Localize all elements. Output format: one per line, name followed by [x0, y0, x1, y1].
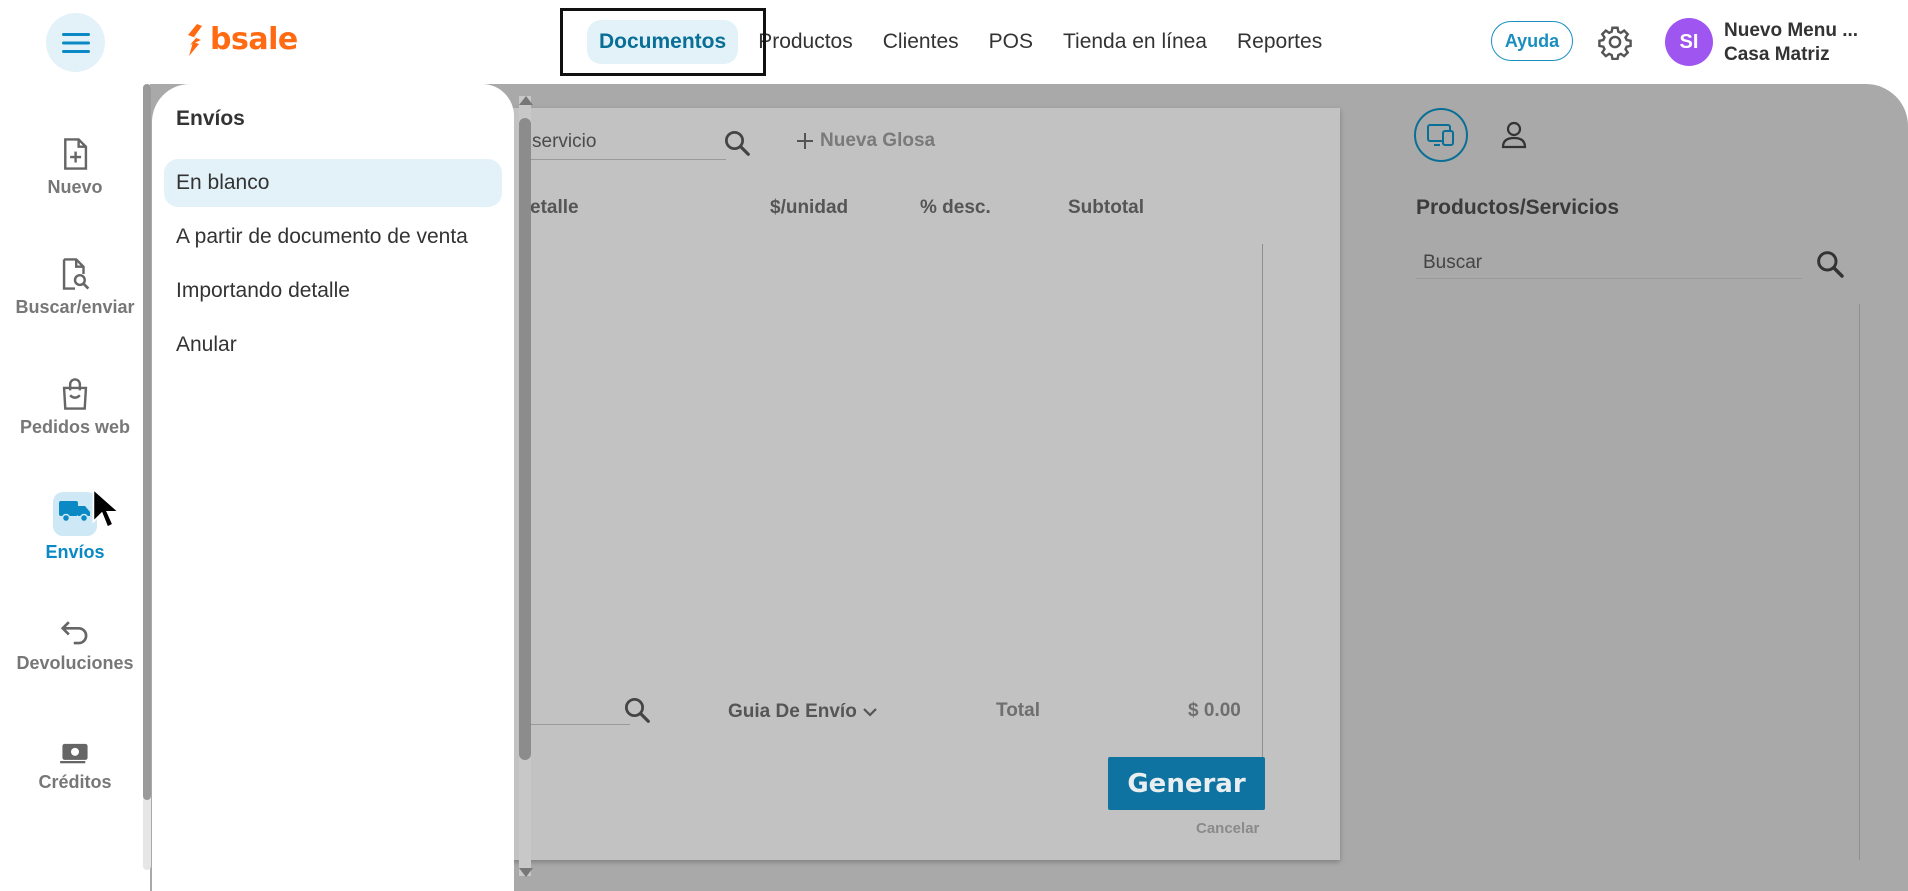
user-info[interactable]: Nuevo Menu ... Casa Matriz	[1724, 19, 1858, 67]
device-view-toggle[interactable]	[1414, 108, 1468, 162]
file-search-icon	[62, 258, 90, 290]
detail-scroll-divider	[1262, 244, 1263, 774]
products-search-underline	[1416, 278, 1802, 279]
submenu-title: Envíos	[176, 107, 245, 130]
column-header-detalle: etalle	[530, 197, 579, 218]
chevron-down-icon	[863, 708, 877, 717]
document-type-select[interactable]: Guia De Envío	[728, 701, 877, 723]
products-search-input[interactable]: Buscar	[1423, 252, 1482, 274]
sidebar-item-label: Devoluciones	[16, 653, 134, 673]
return-arrow-icon	[60, 621, 88, 645]
column-header-subtotal: Subtotal	[1068, 197, 1144, 218]
bottom-search-underline	[530, 724, 630, 725]
submenu-item-anular[interactable]: Anular	[164, 321, 502, 369]
document-card: servicio Nueva Glosa etalle $/unidad % d…	[510, 108, 1340, 860]
search-underline	[530, 159, 726, 160]
mouse-cursor-icon	[92, 488, 120, 529]
sidebar-item-buscar-enviar[interactable]: Buscar/enviar	[0, 257, 150, 318]
sidebar-item-nuevo[interactable]: Nuevo	[0, 137, 150, 198]
generate-button[interactable]: Generar	[1108, 757, 1265, 810]
help-button[interactable]: Ayuda	[1491, 21, 1573, 61]
sidebar-item-creditos[interactable]: Créditos	[0, 740, 150, 793]
scroll-down-arrow[interactable]	[519, 868, 533, 877]
gear-icon[interactable]	[1597, 24, 1633, 60]
column-header-discount: % desc.	[920, 197, 991, 218]
product-search-input[interactable]: servicio	[532, 131, 596, 153]
search-icon[interactable]	[1814, 248, 1846, 280]
column-header-unit-price: $/unidad	[770, 197, 849, 218]
person-icon[interactable]	[1500, 120, 1528, 150]
main-scrollbar-thumb[interactable]	[519, 118, 531, 760]
devices-icon	[1427, 124, 1454, 146]
sidebar-item-label: Nuevo	[47, 177, 103, 197]
sidebar-item-label: Envíos	[45, 542, 105, 562]
bsale-logo-icon	[188, 23, 202, 56]
new-glosa-button[interactable]: Nueva Glosa	[796, 130, 935, 152]
active-icon-background	[53, 492, 97, 536]
branch-name: Casa Matriz	[1724, 44, 1830, 65]
nav-tienda-en-linea[interactable]: Tienda en línea	[1063, 30, 1207, 54]
focus-highlight-box	[560, 8, 766, 76]
total-label: Total	[996, 700, 1040, 721]
sidebar-item-label: Créditos	[38, 772, 112, 792]
user-name: Nuevo Menu ...	[1724, 20, 1859, 41]
search-icon[interactable]	[722, 128, 752, 158]
products-panel-title: Productos/Servicios	[1416, 196, 1620, 219]
nav-clientes[interactable]: Clientes	[883, 30, 959, 54]
money-icon	[60, 743, 88, 764]
hamburger-menu-button[interactable]	[46, 13, 105, 72]
truck-icon	[59, 501, 90, 523]
scroll-up-arrow[interactable]	[519, 96, 533, 105]
document-type-value: Guia De Envío	[728, 701, 857, 722]
nav-productos[interactable]: Productos	[758, 30, 853, 54]
products-list-divider	[1859, 304, 1860, 860]
brand-logo[interactable]: bsale	[184, 22, 298, 57]
envios-submenu: Envíos En blanco A partir de documento d…	[152, 84, 514, 891]
submenu-item-en-blanco[interactable]: En blanco	[164, 159, 502, 207]
sidebar-item-pedidos-web[interactable]: Pedidos web	[0, 377, 150, 438]
sidebar-item-label: Buscar/enviar	[15, 297, 135, 317]
sidebar-item-envios[interactable]: Envíos	[0, 492, 150, 563]
sidebar-item-devoluciones[interactable]: Devoluciones	[0, 617, 150, 674]
total-value: $ 0.00	[1188, 700, 1241, 721]
left-sidebar: Nuevo Buscar/enviar Pedidos web Envíos D…	[0, 84, 150, 891]
shopping-bag-icon	[62, 378, 88, 410]
search-icon[interactable]	[622, 695, 652, 725]
top-header: bsale Documentos Productos Clientes POS …	[0, 0, 1908, 84]
nav-reportes[interactable]: Reportes	[1237, 30, 1322, 54]
nav-pos[interactable]: POS	[989, 30, 1033, 54]
file-plus-icon	[64, 138, 88, 170]
brand-name: bsale	[210, 22, 298, 57]
avatar[interactable]: SI	[1665, 18, 1713, 66]
plus-icon	[797, 133, 813, 149]
new-glosa-label: Nueva Glosa	[820, 130, 936, 151]
hamburger-icon	[61, 32, 90, 53]
sidebar-item-label: Pedidos web	[19, 417, 131, 437]
submenu-item-importando-detalle[interactable]: Importando detalle	[164, 267, 502, 315]
sidebar-scrollbar-thumb[interactable]	[143, 84, 151, 800]
submenu-item-documento-venta[interactable]: A partir de documento de venta	[164, 213, 502, 261]
cancel-link[interactable]: Cancelar	[1196, 820, 1259, 837]
